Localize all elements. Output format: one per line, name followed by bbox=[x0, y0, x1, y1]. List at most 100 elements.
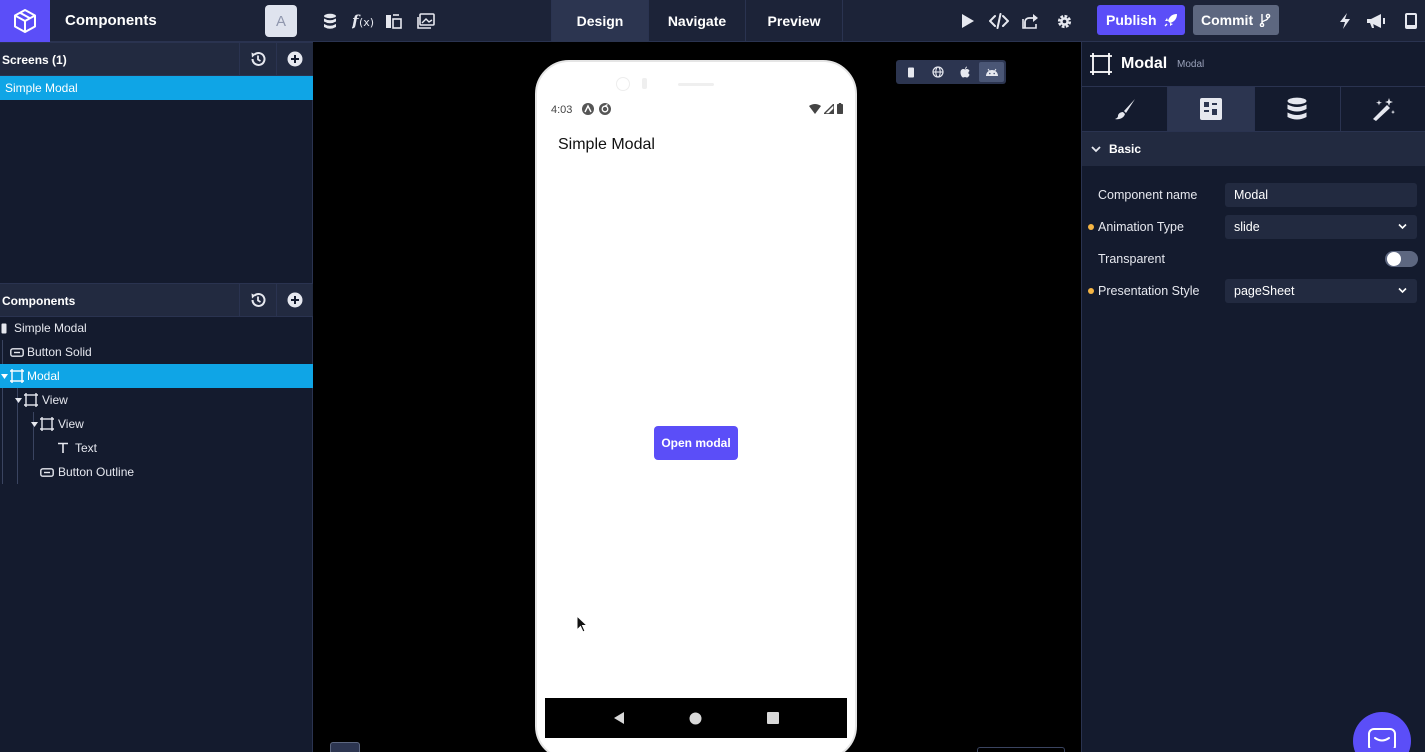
recents-icon[interactable] bbox=[766, 712, 779, 724]
app-title: Components bbox=[65, 12, 157, 29]
text-icon bbox=[56, 441, 70, 455]
share-icon[interactable] bbox=[1021, 11, 1041, 31]
caret-down-icon[interactable] bbox=[30, 420, 38, 428]
assets-icon[interactable] bbox=[384, 11, 404, 31]
phone-icon[interactable] bbox=[1400, 11, 1420, 31]
mobile-mode-button[interactable] bbox=[898, 62, 923, 82]
app-logo[interactable] bbox=[0, 0, 50, 42]
screens-title: Screens (1) bbox=[2, 53, 67, 67]
component-name-input[interactable]: Modal bbox=[1225, 183, 1417, 207]
mobile-icon bbox=[907, 67, 914, 77]
tab-data[interactable] bbox=[1255, 87, 1341, 131]
screens-header: Screens (1) bbox=[0, 42, 313, 76]
screens-history-button[interactable] bbox=[239, 43, 276, 75]
web-mode-button[interactable] bbox=[925, 62, 950, 82]
add-component-button[interactable] bbox=[276, 284, 313, 316]
tree-item-button-solid[interactable]: Button Solid bbox=[0, 340, 313, 364]
tree-item-label: View bbox=[58, 417, 84, 431]
tree-item-button-outline[interactable]: Button Outline bbox=[0, 460, 313, 484]
frame-icon bbox=[24, 393, 38, 407]
tree-item-view-nested[interactable]: View bbox=[0, 412, 313, 436]
caret-down-icon[interactable] bbox=[14, 396, 22, 404]
ios-mode-button[interactable] bbox=[952, 62, 977, 82]
prop-label: Animation Type bbox=[1098, 220, 1184, 234]
modified-indicator bbox=[1088, 288, 1094, 294]
history-icon bbox=[251, 292, 266, 307]
gear-icon[interactable] bbox=[1054, 11, 1074, 31]
battery-icon bbox=[837, 103, 843, 114]
transparent-toggle[interactable] bbox=[1385, 251, 1418, 267]
status-icons-right bbox=[809, 103, 843, 114]
tree-item-label: View bbox=[42, 393, 68, 407]
publish-button[interactable]: Publish bbox=[1097, 5, 1185, 35]
animation-type-select[interactable]: slide bbox=[1225, 215, 1417, 239]
tree-item-label: Button Solid bbox=[27, 345, 92, 359]
data-icon bbox=[1287, 97, 1307, 120]
top-toolbar: Components A f (x) Design Navigate Previe… bbox=[0, 0, 1425, 42]
code-icon[interactable] bbox=[989, 11, 1009, 31]
status-time: 4:03 bbox=[551, 104, 573, 116]
tree-item-simple-modal[interactable]: Simple Modal bbox=[0, 316, 313, 340]
camera-icon bbox=[616, 77, 630, 91]
inspector-subtitle: Modal bbox=[1177, 59, 1205, 70]
play-icon[interactable] bbox=[957, 11, 977, 31]
database-icon[interactable] bbox=[320, 11, 340, 31]
tree-item-view[interactable]: View bbox=[0, 388, 313, 412]
cube-logo-icon bbox=[14, 9, 36, 33]
chevron-down-icon bbox=[1398, 287, 1407, 294]
modified-indicator bbox=[1088, 224, 1094, 230]
inspector-title: Modal bbox=[1121, 55, 1168, 72]
tree-item-label: Button Outline bbox=[58, 465, 135, 479]
canvas-bottom-control[interactable] bbox=[977, 747, 1065, 752]
section-basic-header[interactable]: Basic bbox=[1082, 132, 1425, 166]
tree-item-label: Text bbox=[75, 441, 98, 455]
design-canvas[interactable]: 4:03 Simple Modal Open modal bbox=[314, 42, 1081, 752]
chevron-down-icon bbox=[1091, 145, 1101, 152]
screen-item-simple-modal[interactable]: Simple Modal bbox=[0, 76, 313, 100]
tab-navigate[interactable]: Navigate bbox=[649, 0, 746, 42]
back-icon[interactable] bbox=[613, 712, 625, 724]
tab-magic[interactable] bbox=[1341, 87, 1425, 131]
prop-component-name: Component name Modal bbox=[1082, 183, 1425, 207]
prop-animation-type: Animation Type slide bbox=[1082, 215, 1425, 239]
open-modal-button[interactable]: Open modal bbox=[654, 426, 738, 460]
sync-icon bbox=[599, 103, 611, 115]
frame-icon bbox=[1090, 53, 1112, 75]
prop-presentation-style: Presentation Style pageSheet bbox=[1082, 279, 1425, 303]
presentation-style-select[interactable]: pageSheet bbox=[1225, 279, 1417, 303]
signal-icon bbox=[824, 103, 834, 114]
caret-down-icon[interactable] bbox=[0, 372, 8, 380]
tab-design[interactable]: Design bbox=[552, 0, 649, 42]
sensor bbox=[642, 78, 647, 89]
tab-preview[interactable]: Preview bbox=[746, 0, 843, 42]
bolt-icon[interactable] bbox=[1335, 11, 1355, 31]
tree-item-text[interactable]: Text bbox=[0, 436, 313, 460]
add-screen-button[interactable] bbox=[276, 43, 313, 75]
phone-preview: 4:03 Simple Modal Open modal bbox=[535, 60, 857, 752]
button-icon bbox=[40, 465, 54, 479]
left-panel: Screens (1) Simple Modal Components Simp… bbox=[0, 42, 313, 752]
components-history-button[interactable] bbox=[239, 284, 276, 316]
avatar[interactable]: A bbox=[265, 5, 297, 37]
publish-label: Publish bbox=[1106, 12, 1157, 28]
commit-label: Commit bbox=[1201, 12, 1254, 28]
expo-icon bbox=[582, 103, 594, 115]
select-value: slide bbox=[1234, 220, 1260, 234]
megaphone-icon[interactable] bbox=[1366, 11, 1386, 31]
tree-item-modal[interactable]: Modal bbox=[0, 364, 313, 388]
plus-circle-icon bbox=[287, 51, 303, 67]
prop-label: Component name bbox=[1098, 188, 1198, 202]
function-icon[interactable]: f (x) bbox=[351, 11, 375, 31]
home-icon[interactable] bbox=[689, 712, 702, 725]
android-mode-button[interactable] bbox=[979, 62, 1004, 82]
commit-button[interactable]: Commit bbox=[1193, 5, 1279, 35]
apple-icon bbox=[959, 66, 970, 78]
canvas-panel-handle[interactable] bbox=[330, 742, 360, 752]
tab-properties[interactable] bbox=[1168, 87, 1255, 131]
toggle-knob bbox=[1387, 252, 1401, 266]
image-icon[interactable] bbox=[416, 11, 436, 31]
tab-style[interactable] bbox=[1082, 87, 1169, 131]
android-icon bbox=[985, 68, 998, 76]
screen-icon bbox=[0, 321, 8, 335]
wifi-icon bbox=[809, 103, 821, 114]
